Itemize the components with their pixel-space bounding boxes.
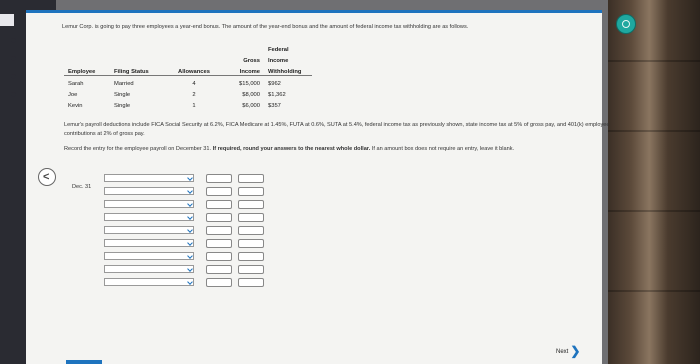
chevron-down-icon [187, 188, 193, 194]
debit-input[interactable] [206, 187, 232, 196]
debit-input[interactable] [206, 226, 232, 235]
bottom-tab[interactable] [66, 360, 102, 364]
table-header [170, 53, 218, 64]
debit-input[interactable] [206, 265, 232, 274]
debit-input[interactable] [206, 239, 232, 248]
account-select[interactable] [104, 200, 194, 208]
credit-input[interactable] [238, 187, 264, 196]
account-select[interactable] [104, 265, 194, 273]
gross-income: $8,000 [242, 92, 260, 98]
allowances: 4 [192, 81, 196, 87]
chevron-down-icon [187, 201, 193, 207]
table-header: Withholding [264, 64, 312, 76]
table-row: Kevin Single 1 $6,000 $357 [64, 98, 312, 109]
sidebar-dot[interactable] [11, 92, 16, 97]
credit-input[interactable] [238, 278, 264, 287]
instruction-text: If an amount box does not require an ent… [371, 146, 515, 152]
allowances: 2 [192, 92, 196, 98]
credit-input[interactable] [238, 174, 264, 183]
chevron-down-icon [187, 227, 193, 233]
table-header: Filing Status [110, 64, 170, 76]
employee-name: Kevin [68, 103, 83, 109]
sidebar-dot[interactable] [11, 56, 16, 61]
table-header: Income [218, 64, 264, 76]
instruction-text: Record the entry for the employee payrol… [64, 146, 212, 152]
account-select[interactable] [104, 278, 194, 286]
back-button[interactable]: < [38, 168, 56, 186]
journal-date: Dec. 31 [72, 184, 92, 190]
employee-name: Sarah [68, 81, 84, 87]
sidebar-tab[interactable] [0, 14, 14, 26]
chevron-down-icon [187, 240, 193, 246]
credit-input[interactable] [238, 213, 264, 222]
credit-input[interactable] [238, 252, 264, 261]
debit-input[interactable] [206, 174, 232, 183]
table-header [110, 53, 170, 64]
table-header [110, 42, 170, 53]
chevron-down-icon [187, 214, 193, 220]
debit-input[interactable] [206, 278, 232, 287]
table-header [170, 42, 218, 53]
instructions: Record the entry for the employee payrol… [64, 145, 612, 154]
filing-status: Single [114, 92, 131, 98]
table-header [64, 42, 110, 53]
sidebar-dot[interactable] [11, 74, 16, 79]
background-photo [608, 0, 700, 364]
table-header: Employee [64, 64, 110, 76]
chevron-down-icon [187, 266, 193, 272]
employee-name: Joe [68, 92, 78, 98]
debit-input[interactable] [206, 252, 232, 261]
allowances: 1 [192, 103, 196, 109]
question-page: Lemur Corp. is going to pay three employ… [26, 10, 609, 364]
fit-withholding: $1,362 [268, 92, 286, 98]
intro-text: Lemur Corp. is going to pay three employ… [62, 24, 469, 30]
next-button[interactable]: Next ❯ [556, 344, 580, 358]
gross-income: $15,000 [239, 81, 260, 87]
table-row: Sarah Married 4 $15,000 $962 [64, 76, 312, 87]
chevron-left-icon: < [43, 171, 50, 183]
table-header [64, 53, 110, 64]
account-select[interactable] [104, 174, 194, 182]
table-header: Allowances [170, 64, 218, 76]
account-select[interactable] [104, 252, 194, 260]
instruction-bold: If required, round your answers to the n… [212, 146, 371, 152]
employee-table: Federal Gross Income Employee Filing Sta… [64, 42, 312, 109]
account-select[interactable] [104, 213, 194, 221]
chevron-down-icon [187, 175, 193, 181]
debit-input[interactable] [206, 200, 232, 209]
table-header: Federal [268, 47, 289, 53]
filing-status: Single [114, 103, 131, 109]
fit-withholding: $357 [268, 103, 281, 109]
credit-input[interactable] [238, 265, 264, 274]
credit-input[interactable] [238, 200, 264, 209]
table-header: Income [268, 58, 289, 64]
top-accent-bar [26, 10, 602, 13]
table-header [218, 42, 264, 53]
debit-input[interactable] [206, 213, 232, 222]
credit-input[interactable] [238, 226, 264, 235]
account-select[interactable] [104, 226, 194, 234]
chevron-down-icon [187, 279, 193, 285]
gross-income: $6,000 [242, 103, 260, 109]
chevron-down-icon [187, 253, 193, 259]
table-row: Joe Single 2 $8,000 $1,362 [64, 87, 312, 98]
fit-withholding: $962 [268, 81, 281, 87]
account-select[interactable] [104, 187, 194, 195]
table-header: Gross [243, 58, 260, 64]
deductions-note: Lemur's payroll deductions include FICA … [64, 122, 610, 137]
credit-input[interactable] [238, 239, 264, 248]
compass-icon[interactable] [616, 14, 636, 34]
next-label: Next [556, 349, 569, 355]
filing-status: Married [114, 81, 134, 87]
sidebar-dot[interactable] [11, 38, 16, 43]
account-select[interactable] [104, 239, 194, 247]
chevron-right-icon: ❯ [570, 344, 581, 358]
